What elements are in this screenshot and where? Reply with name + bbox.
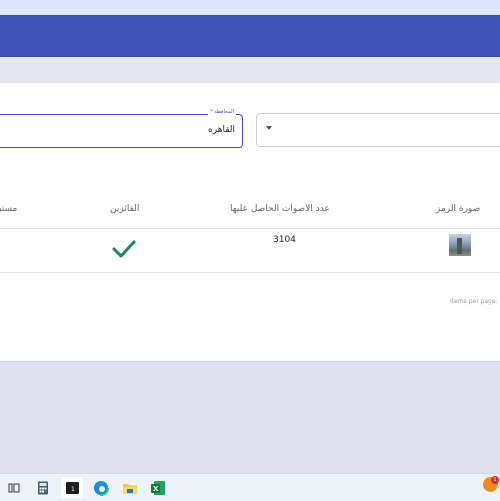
table-row-divider: [0, 272, 500, 273]
required-mark: *: [210, 109, 213, 115]
column-header-winners[interactable]: الفائزين: [110, 204, 139, 214]
filter-select[interactable]: [256, 113, 500, 147]
governorate-value: القاهره: [208, 125, 235, 135]
governorate-label: * المحافظة: [208, 108, 236, 116]
governorate-label-text: المحافظة: [214, 109, 234, 115]
excel-icon[interactable]: X: [148, 478, 167, 497]
landmark-tower-thumbnail: [449, 234, 471, 256]
calculator-icon[interactable]: [33, 478, 52, 497]
file-explorer-icon[interactable]: [120, 478, 139, 497]
governorate-select[interactable]: * المحافظة القاهره: [0, 108, 243, 148]
task-view-icon[interactable]: [4, 478, 23, 497]
items-per-page-label: Items per page:: [450, 298, 498, 305]
notification-badge: 1: [491, 476, 499, 484]
dropdown-arrow-icon[interactable]: [266, 126, 272, 130]
page-subheader: [0, 57, 500, 83]
column-header-symbol-image[interactable]: صورة الرمز: [436, 204, 480, 214]
votes-cell: 3104: [273, 235, 296, 245]
svg-text:X: X: [153, 485, 159, 493]
edge-browser-icon[interactable]: [91, 478, 110, 497]
terminal-icon[interactable]: 1: [61, 477, 83, 498]
check-icon: [112, 240, 136, 258]
column-header-votes[interactable]: عدد الاصوات الحاصل عليها: [230, 204, 330, 214]
column-header-excluded[interactable]: مستبعد: [0, 204, 17, 214]
table-header-divider: [0, 228, 500, 229]
app-toolbar: [0, 15, 500, 57]
browser-top-strip: [0, 0, 500, 15]
svg-text:1: 1: [71, 486, 75, 493]
